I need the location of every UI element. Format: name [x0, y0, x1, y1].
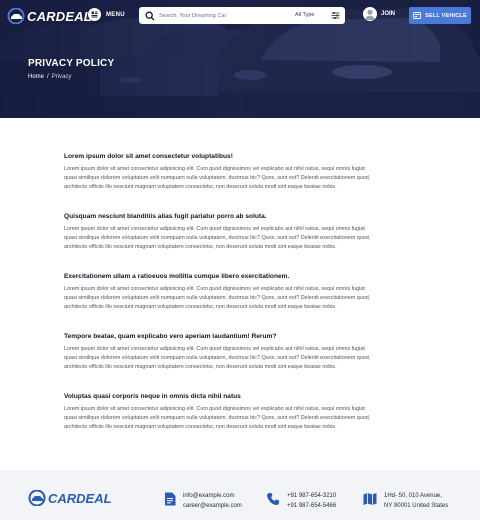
section-body: Lorem ipsum dolor sit amet consectetur a… [64, 225, 410, 253]
logo-text: CARDEAL [27, 8, 92, 24]
section-line: quasi similique dolorem voluptatum velit… [64, 175, 371, 182]
section-line: architecto officiis illo nesciunt magnam… [64, 364, 337, 371]
address-lines: 1Hd- 50, 010 Avenue, NY 90001 United Sta… [384, 492, 448, 511]
breadcrumb-separator: / [47, 74, 49, 80]
section-title: Exercitationem ullam a ratioeuos molliti… [64, 273, 290, 280]
search-icon[interactable] [145, 11, 155, 21]
sell-vehicle-button[interactable]: SELL VEHICLE [409, 7, 471, 24]
menu-icon [88, 8, 101, 21]
phone-link[interactable]: +91 987-654-3210 [287, 492, 336, 502]
section-title: Lorem ipsum dolor sit amet consectetur v… [64, 153, 233, 160]
phone-icon [267, 493, 279, 505]
email-link[interactable]: career@example.com [183, 502, 242, 512]
footer-email: info@example.com career@example.com [164, 492, 242, 511]
footer-logo-text: CARDEAL [48, 490, 112, 506]
section-line: Lorem ipsum dolor sit amet consectetur a… [64, 166, 365, 172]
footer-phone: +91 987-654-3210 +91 987-654-5466 [266, 492, 336, 511]
section-line: quasi similique dolorem voluptatum velit… [64, 415, 371, 422]
breadcrumb: Home / Privacy [28, 74, 71, 80]
section-body: Lorem ipsum dolor sit amet consectetur a… [64, 405, 410, 433]
policy-section: Quisquam nesciunt blanditiis alias fugit… [64, 212, 410, 253]
email-lines: info@example.com career@example.com [183, 492, 242, 511]
filter-sliders-icon[interactable] [331, 11, 340, 20]
section-line: Lorem ipsum dolor sit amet consectetur a… [64, 346, 365, 352]
phone-lines: +91 987-654-3210 +91 987-654-5466 [287, 492, 336, 511]
phone-link[interactable]: +91 987-654-5466 [287, 502, 336, 512]
top-header: CARDEAL MENU All Type [0, 0, 480, 32]
menu-label: MENU [106, 11, 125, 18]
section-line: architecto officiis illo nesciunt magnam… [64, 244, 337, 251]
section-line: quasi similique dolorem voluptatum velit… [64, 295, 371, 302]
footer-address: 1Hd- 50, 010 Avenue, NY 90001 United Sta… [363, 492, 448, 511]
car-logo-icon [28, 490, 46, 506]
footer-logo[interactable]: CARDEAL [28, 490, 112, 506]
address-line: 1Hd- 50, 010 Avenue, [384, 493, 442, 499]
policy-section: Tempore beatae, quam explicabo vero aper… [64, 332, 410, 373]
join-label: JOIN [381, 11, 396, 17]
map-icon [363, 493, 377, 505]
email-link[interactable]: info@example.com [183, 492, 242, 502]
page-title: PRIVACY POLICY [28, 58, 115, 69]
section-line: architecto officiis illo nesciunt magnam… [64, 184, 337, 191]
car-logo-icon [7, 8, 25, 24]
section-title: Quisquam nesciunt blanditiis alias fugit… [64, 213, 267, 220]
section-line: architecto officiis illo nesciunt magnam… [64, 304, 337, 311]
section-title: Voluptas quasi corporis neque in omnis d… [64, 393, 241, 400]
tag-icon [413, 12, 422, 19]
type-select[interactable]: All Type [295, 12, 314, 18]
section-body: Lorem ipsum dolor sit amet consectetur a… [64, 345, 410, 373]
address-line: NY 90001 United States [384, 502, 449, 509]
section-title: Tempore beatae, quam explicabo vero aper… [64, 333, 277, 340]
policy-section: Exercitationem ullam a ratioeuos molliti… [64, 272, 410, 313]
section-line: Lorem ipsum dolor sit amet consectetur a… [64, 406, 365, 412]
section-body: Lorem ipsum dolor sit amet consectetur a… [64, 165, 410, 193]
join-button[interactable]: JOIN [363, 7, 395, 21]
menu-button[interactable]: MENU [88, 8, 125, 21]
document-icon [165, 492, 176, 506]
sell-vehicle-label: SELL VEHICLE [425, 12, 467, 19]
policy-section: Voluptas quasi corporis neque in omnis d… [64, 392, 410, 433]
section-line: architecto officiis illo nesciunt magnam… [64, 424, 337, 431]
section-line: quasi similique dolorem voluptatum velit… [64, 355, 371, 362]
policy-section: Lorem ipsum dolor sit amet consectetur v… [64, 152, 410, 193]
section-body: Lorem ipsum dolor sit amet consectetur a… [64, 285, 410, 313]
breadcrumb-current: Privacy [51, 74, 72, 80]
section-line: Lorem ipsum dolor sit amet consectetur a… [64, 286, 365, 292]
site-logo[interactable]: CARDEAL [7, 7, 92, 25]
section-line: quasi similique dolorem voluptatum velit… [64, 235, 371, 242]
search-input[interactable] [159, 12, 277, 19]
user-icon [363, 7, 377, 21]
search-bar: All Type [139, 7, 345, 24]
breadcrumb-home[interactable]: Home [28, 74, 44, 80]
section-line: Lorem ipsum dolor sit amet consectetur a… [64, 226, 365, 232]
